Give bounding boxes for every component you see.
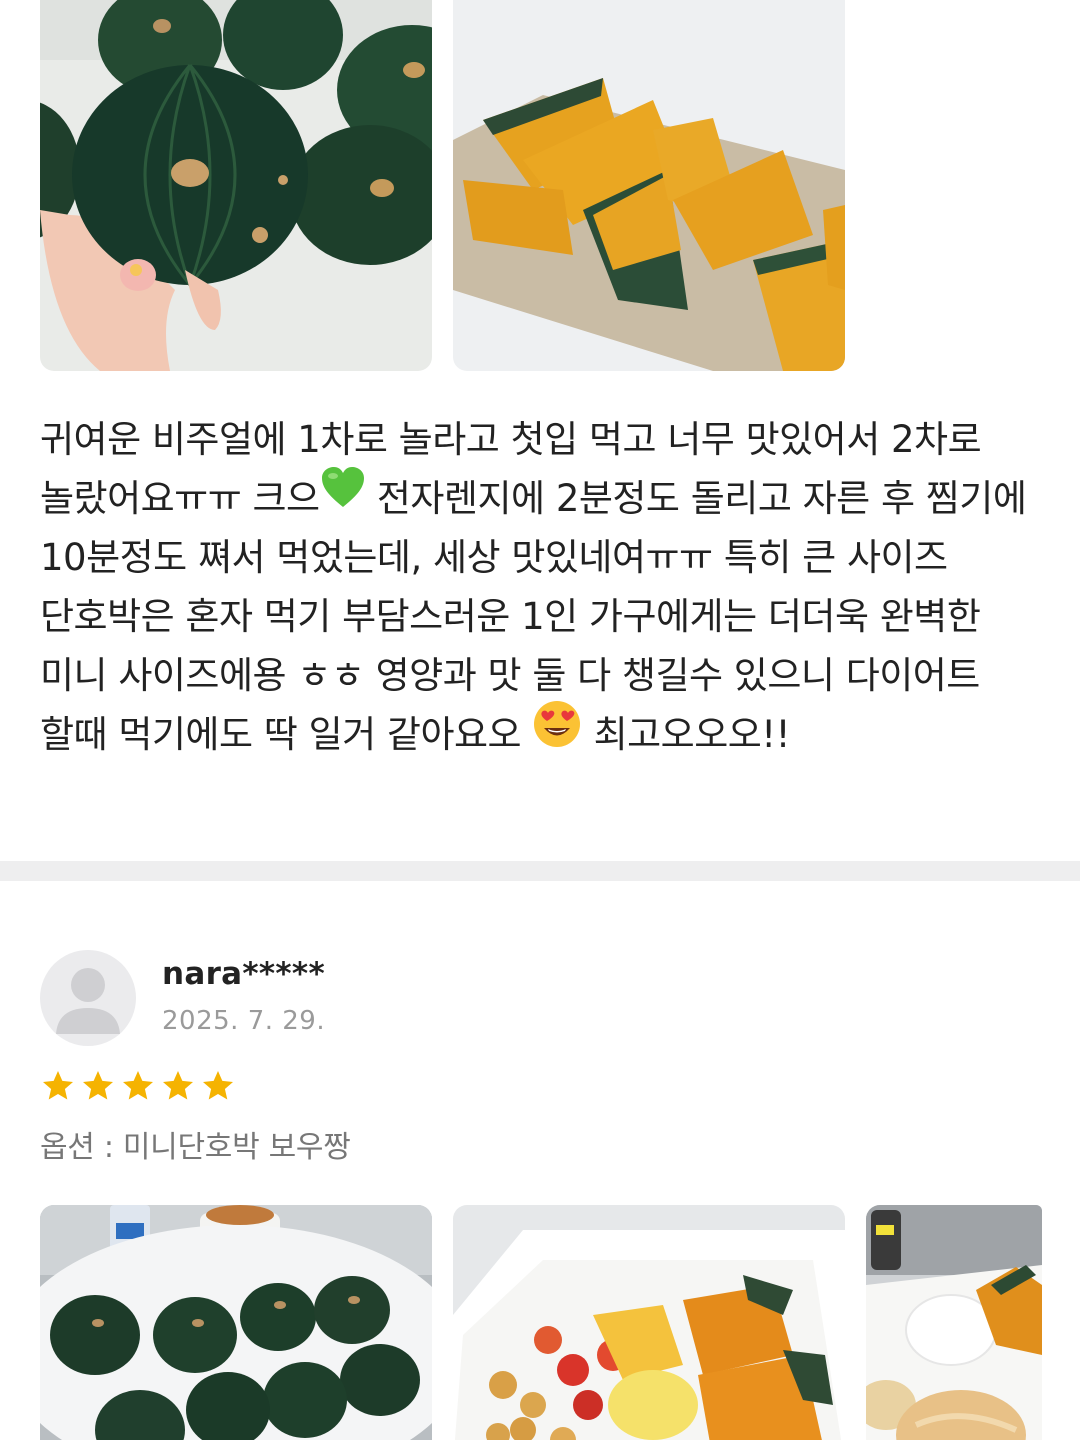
star-rating (40, 1068, 236, 1104)
review-divider (0, 861, 1080, 881)
review-date: 2025. 7. 29. (162, 1006, 326, 1036)
purchase-option: 옵션 : 미니단호박 보우짱 (40, 1130, 351, 1165)
default-user-icon (56, 968, 120, 1034)
star-icon (43, 1071, 73, 1100)
review-photo-3[interactable] (866, 1205, 1042, 1440)
star-icon (123, 1071, 153, 1100)
review-photo-1[interactable] (40, 0, 432, 371)
star-icon (83, 1071, 113, 1100)
review-photo-2[interactable] (453, 0, 845, 371)
review-text-part-3: 최고오오오!! (582, 713, 791, 756)
star-icon (163, 1071, 193, 1100)
review-photo-2[interactable] (453, 1205, 845, 1440)
avatar[interactable] (40, 950, 136, 1046)
user-meta: nara***** 2025. 7. 29. (162, 950, 325, 1036)
heart-eyes-icon (532, 699, 582, 766)
review-body-text: 귀여운 비주얼에 1차로 놀라고 첫입 먹고 너무 맛있어서 2차로 놀랐어요ㅠ… (40, 410, 1040, 766)
star-icon (203, 1071, 233, 1100)
review-photo-row (40, 0, 845, 371)
review-photo-row (40, 1205, 1042, 1440)
reviewer-name: nara***** (162, 956, 325, 992)
review-header: nara***** 2025. 7. 29. (40, 950, 325, 1046)
review-photo-1[interactable] (40, 1205, 432, 1440)
green-heart-icon (320, 465, 366, 528)
